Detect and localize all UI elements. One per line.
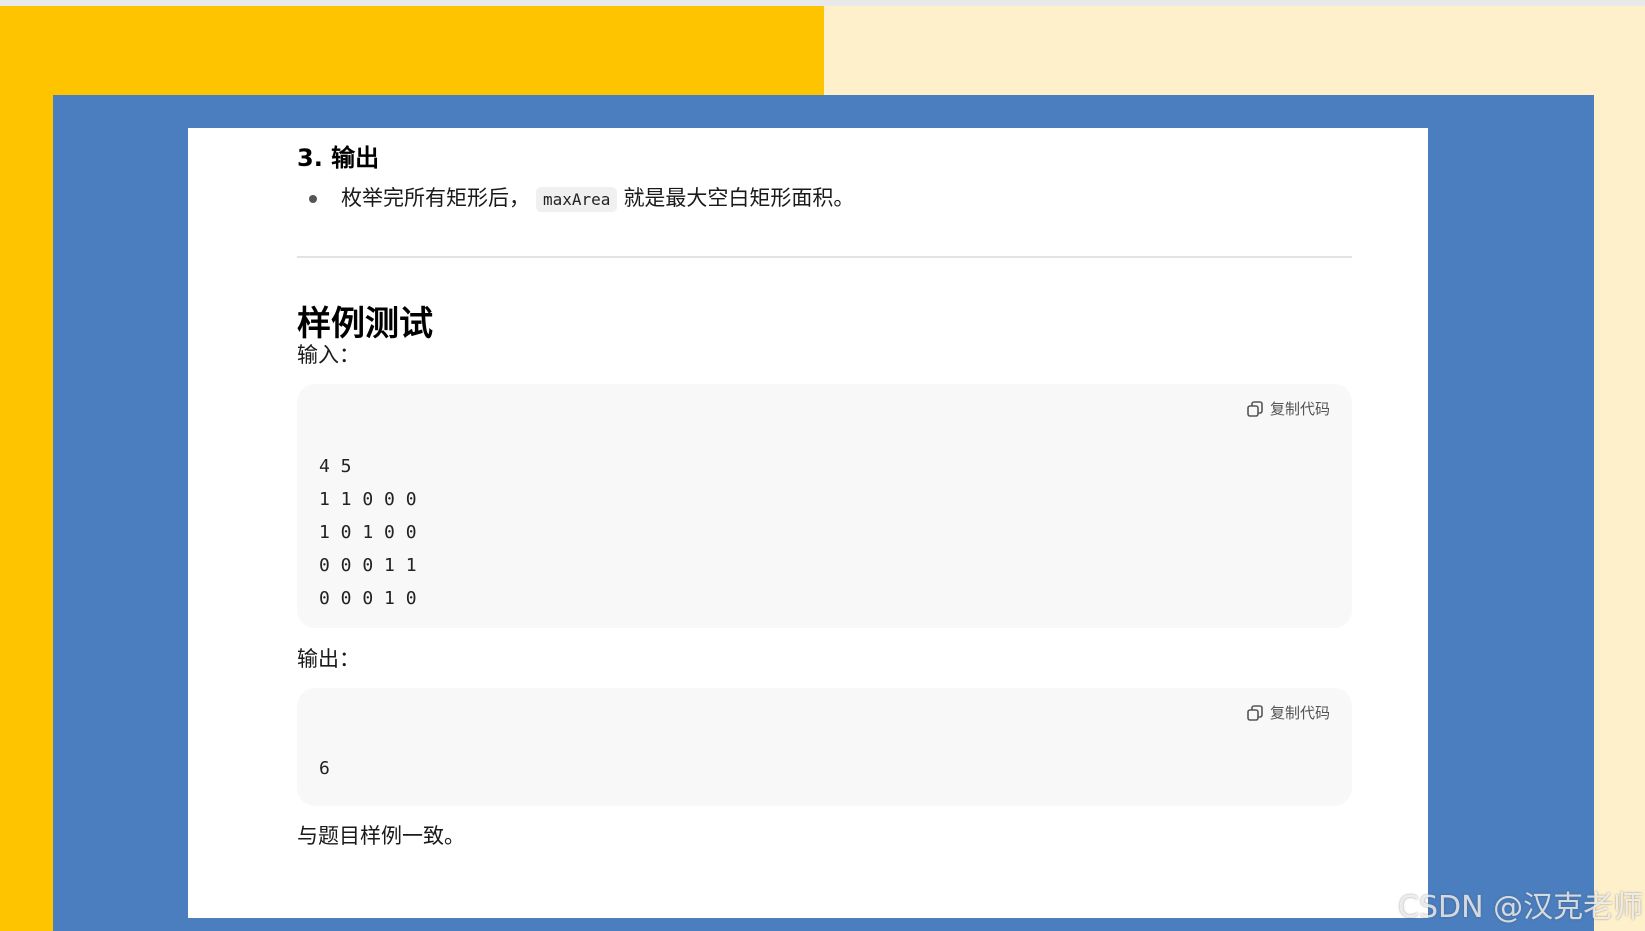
- bullet-text-after: 就是最大空白矩形面积。: [623, 186, 855, 210]
- bullet-text-before: 枚举完所有矩形后，: [341, 186, 530, 210]
- list-item: 枚举完所有矩形后， maxArea 就是最大空白矩形面积。: [297, 182, 1352, 216]
- inline-code-maxarea: maxArea: [536, 187, 618, 212]
- copy-code-button[interactable]: 复制代码: [1246, 398, 1330, 419]
- copy-code-label: 复制代码: [1269, 400, 1330, 418]
- csdn-watermark: CSDN @汉克老师: [1398, 890, 1644, 925]
- copy-icon: [1247, 704, 1263, 721]
- divider: [297, 256, 1352, 258]
- sample-test-heading: 样例测试: [297, 304, 433, 344]
- copy-code-button[interactable]: 复制代码: [1246, 702, 1330, 723]
- output-code-block: 复制代码 6: [297, 688, 1352, 806]
- section-heading: 3. 输出: [297, 144, 380, 172]
- conclusion-text: 与题目样例一致。: [297, 824, 465, 848]
- copy-icon: [1247, 400, 1263, 417]
- bullet-dot: [309, 195, 317, 203]
- document-page: 3. 输出 枚举完所有矩形后， maxArea 就是最大空白矩形面积。 样例测试 输…: [188, 128, 1428, 918]
- input-code: 4 5 1 1 0 0 0 1 0 1 0 0 0 0 0 1 1 0 0 0 …: [319, 456, 417, 609]
- output-label: 输出：: [297, 647, 360, 671]
- input-label: 输入：: [297, 343, 360, 367]
- copy-code-label: 复制代码: [1269, 704, 1330, 722]
- output-code: 6: [319, 758, 330, 779]
- bullet-list: 枚举完所有矩形后， maxArea 就是最大空白矩形面积。: [297, 182, 1352, 216]
- input-code-block: 复制代码 4 5 1 1 0 0 0 1 0 1 0 0 0 0 0 1 1 0…: [297, 384, 1352, 628]
